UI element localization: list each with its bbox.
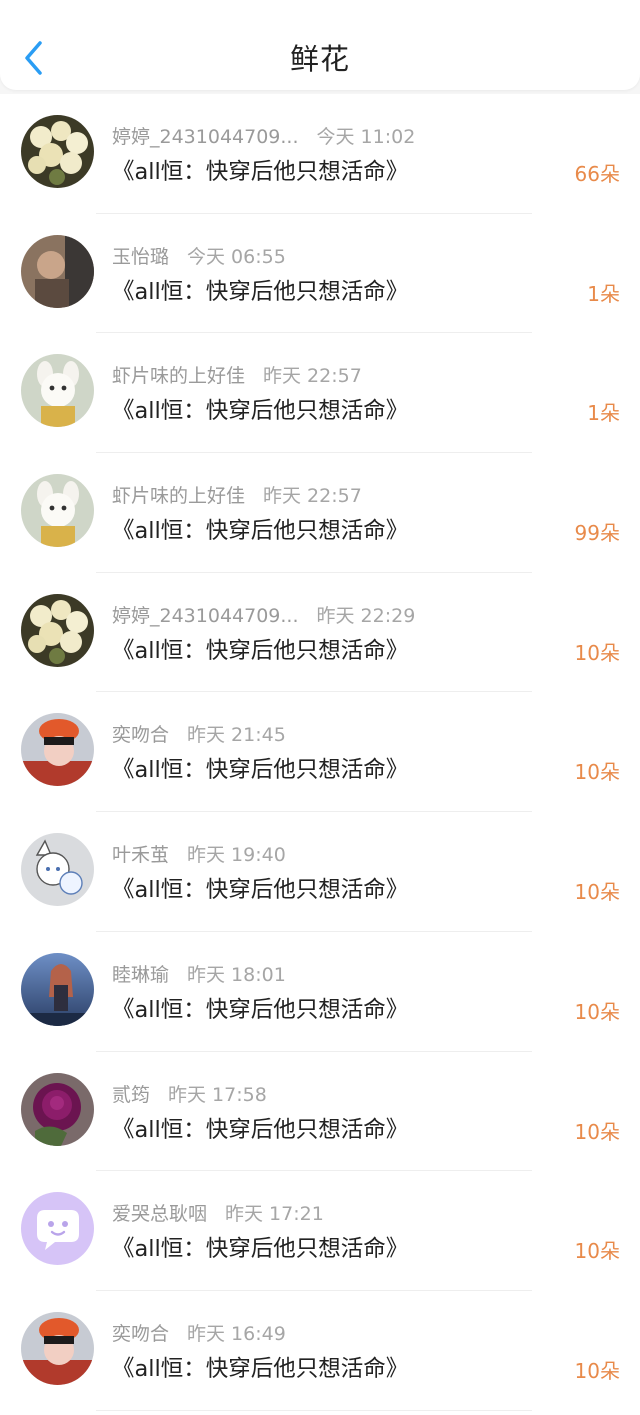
avatar[interactable] <box>21 833 94 907</box>
timestamp: 今天 11:02 <box>316 126 416 148</box>
flower-list: 婷婷_2431044709... 今天 11:02 《all恒：快穿后他只想活命》… <box>0 94 640 1415</box>
flower-count: 1朵 <box>587 401 620 426</box>
book-title[interactable]: 《all恒：快穿后他只想活命》 <box>112 1112 408 1144</box>
timestamp: 今天 06:55 <box>187 245 286 268</box>
avatar[interactable] <box>21 713 94 787</box>
flower-count: 10朵 <box>574 1119 620 1144</box>
meta-line: 虾片味的上好佳 昨天 22:57 <box>112 361 362 388</box>
user-name[interactable]: 爱哭总耿咽 <box>112 1199 207 1226</box>
list-item[interactable]: 奕吻合 昨天 21:45 《all恒：快穿后他只想活命》 10朵 <box>0 692 640 813</box>
book-title[interactable]: 《all恒：快穿后他只想活命》 <box>112 274 408 306</box>
meta-line: 睦琳瑜 昨天 18:01 <box>112 960 286 987</box>
timestamp: 昨天 22:57 <box>263 485 362 508</box>
timestamp: 昨天 22:57 <box>263 365 362 388</box>
avatar[interactable] <box>21 234 94 308</box>
user-name[interactable]: 奕吻合 <box>112 1319 169 1346</box>
flower-count: 99朵 <box>574 521 620 546</box>
book-title[interactable]: 《all恒：快穿后他只想活命》 <box>112 1351 408 1383</box>
meta-line: 婷婷_2431044709... 昨天 22:29 <box>112 601 416 628</box>
timestamp: 昨天 16:49 <box>187 1322 286 1345</box>
timestamp: 昨天 17:58 <box>168 1083 267 1106</box>
list-item[interactable]: 贰筠 昨天 17:58 《all恒：快穿后他只想活命》 10朵 <box>0 1052 640 1172</box>
avatar[interactable] <box>21 354 94 428</box>
list-item[interactable]: 玉怡璐 今天 06:55 《all恒：快穿后他只想活命》 1朵 <box>0 214 640 334</box>
timestamp: 昨天 17:21 <box>225 1203 324 1226</box>
user-name[interactable]: 虾片味的上好佳 <box>112 481 245 508</box>
list-item[interactable]: 婷婷_2431044709... 昨天 22:29 《all恒：快穿后他只想活命》… <box>0 573 640 693</box>
divider <box>96 1409 532 1411</box>
user-name[interactable]: 玉怡璐 <box>112 242 169 269</box>
user-name[interactable]: 婷婷_2431044709... <box>112 122 299 149</box>
list-item[interactable]: 叶禾茧 昨天 19:40 《all恒：快穿后他只想活命》 10朵 <box>0 812 640 932</box>
timestamp: 昨天 18:01 <box>187 963 286 986</box>
timestamp: 昨天 19:40 <box>187 844 286 867</box>
flower-count: 10朵 <box>574 1358 620 1383</box>
user-name[interactable]: 叶禾茧 <box>112 840 169 867</box>
book-title[interactable]: 《all恒：快穿后他只想活命》 <box>112 992 408 1024</box>
flower-count: 1朵 <box>587 281 620 306</box>
meta-line: 虾片味的上好佳 昨天 22:57 <box>112 481 362 508</box>
meta-line: 爱哭总耿咽 昨天 17:21 <box>112 1199 324 1226</box>
page-title: 鲜花 <box>289 42 350 76</box>
list-item[interactable]: 爱哭总耿咽 昨天 17:21 《all恒：快穿后他只想活命》 10朵 <box>0 1171 640 1291</box>
list-item[interactable]: 虾片味的上好佳 昨天 22:57 《all恒：快穿后他只想活命》 99朵 <box>0 453 640 573</box>
meta-line: 奕吻合 昨天 16:49 <box>112 1319 286 1346</box>
header-bar: 鲜花 <box>0 0 640 90</box>
list-item[interactable]: 奕吻合 昨天 16:49 《all恒：快穿后他只想活命》 10朵 <box>0 1291 640 1411</box>
flower-count: 66朵 <box>574 162 620 186</box>
list-item[interactable]: 婷婷_2431044709... 今天 11:02 《all恒：快穿后他只想活命》… <box>0 94 640 214</box>
meta-line: 玉怡璐 今天 06:55 <box>112 242 286 269</box>
avatar[interactable] <box>21 1192 94 1266</box>
meta-line: 贰筠 昨天 17:58 <box>112 1080 267 1107</box>
book-title[interactable]: 《all恒：快穿后他只想活命》 <box>112 633 408 665</box>
list-item[interactable]: 睦琳瑜 昨天 18:01 《all恒：快穿后他只想活命》 10朵 <box>0 932 640 1052</box>
avatar[interactable] <box>21 115 94 188</box>
meta-line: 奕吻合 昨天 21:45 <box>112 720 286 747</box>
user-name[interactable]: 贰筠 <box>112 1080 150 1107</box>
user-name[interactable]: 睦琳瑜 <box>112 960 169 987</box>
meta-line: 叶禾茧 昨天 19:40 <box>112 840 286 867</box>
flower-count: 10朵 <box>574 999 620 1024</box>
book-title[interactable]: 《all恒：快穿后他只想活命》 <box>112 1231 408 1263</box>
book-title[interactable]: 《all恒：快穿后他只想活命》 <box>112 872 408 904</box>
meta-line: 婷婷_2431044709... 今天 11:02 <box>112 122 416 149</box>
timestamp: 昨天 21:45 <box>187 724 286 747</box>
flower-count: 10朵 <box>574 760 620 785</box>
avatar[interactable] <box>21 1311 94 1385</box>
timestamp: 昨天 22:29 <box>316 604 416 627</box>
user-name[interactable]: 虾片味的上好佳 <box>112 361 245 388</box>
user-name[interactable]: 婷婷_2431044709... <box>112 601 299 628</box>
user-name[interactable]: 奕吻合 <box>112 720 169 747</box>
flower-count: 10朵 <box>574 880 620 905</box>
book-title[interactable]: 《all恒：快穿后他只想活命》 <box>112 752 408 784</box>
avatar[interactable] <box>21 1072 94 1146</box>
book-title[interactable]: 《all恒：快穿后他只想活命》 <box>112 513 408 545</box>
list-item[interactable]: 虾片味的上好佳 昨天 22:57 《all恒：快穿后他只想活命》 1朵 <box>0 333 640 454</box>
avatar[interactable] <box>21 474 94 548</box>
avatar[interactable] <box>21 952 94 1026</box>
book-title[interactable]: 《all恒：快穿后他只想活命》 <box>112 393 408 425</box>
avatar[interactable] <box>21 593 94 667</box>
flower-count: 10朵 <box>574 1239 620 1264</box>
book-title[interactable]: 《all恒：快穿后他只想活命》 <box>112 154 408 186</box>
flower-count: 10朵 <box>574 640 620 665</box>
